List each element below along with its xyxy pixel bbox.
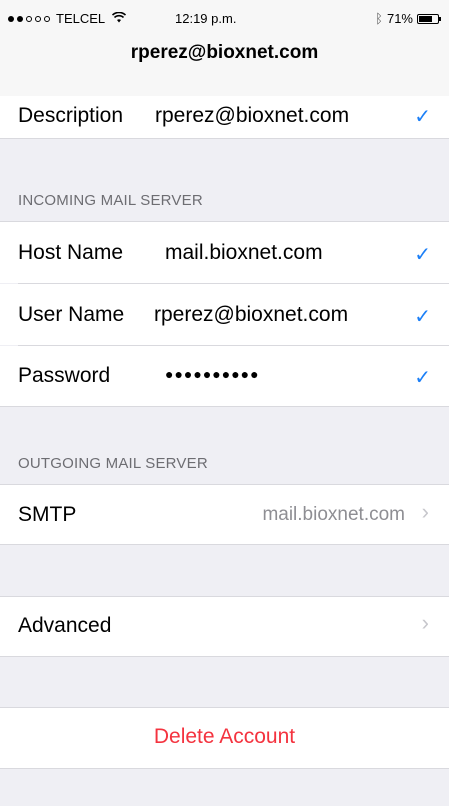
checkmark-icon: ✓: [414, 106, 431, 128]
signal-dot-empty-icon: [26, 15, 32, 22]
separator: [0, 768, 449, 769]
smtp-row[interactable]: SMTP mail.bioxnet.com ›: [0, 485, 449, 544]
status-left: TELCEL: [8, 11, 127, 26]
incoming-section-header: INCOMING MAIL SERVER: [18, 192, 203, 209]
signal-dot-icon: [17, 15, 23, 22]
password-label: Password: [18, 364, 111, 387]
outgoing-section-header: OUTGOING MAIL SERVER: [18, 455, 208, 472]
password-field[interactable]: ●●●●●●●●●●: [165, 366, 260, 382]
delete-account-button[interactable]: Delete Account: [0, 725, 449, 749]
advanced-row[interactable]: Advanced ›: [0, 597, 449, 656]
user-name-field[interactable]: rperez@bioxnet.com: [154, 303, 348, 327]
battery-icon: [417, 13, 441, 24]
signal-dot-empty-icon: [44, 15, 50, 22]
separator: [0, 544, 449, 545]
page-title: rperez@bioxnet.com: [130, 42, 319, 63]
separator: [0, 138, 449, 139]
checkmark-icon: ✓: [414, 367, 431, 389]
separator: [0, 656, 449, 657]
advanced-label: Advanced: [18, 614, 112, 637]
user-name-label: User Name: [18, 303, 125, 326]
wifi-icon: [112, 11, 127, 26]
host-name-row[interactable]: Host Name mail.bioxnet.com ✓: [0, 222, 449, 283]
user-name-row[interactable]: User Name rperez@bioxnet.com ✓: [0, 284, 449, 345]
checkmark-icon: ✓: [414, 306, 431, 328]
status-right: ᛒ 71%: [375, 11, 441, 26]
bluetooth-icon: ᛒ: [375, 11, 383, 26]
carrier-name: TELCEL: [56, 11, 106, 26]
separator: [0, 406, 449, 407]
smtp-value: mail.bioxnet.com: [262, 504, 405, 525]
delete-account-row[interactable]: Delete Account: [0, 708, 449, 768]
chevron-right-icon: ›: [421, 610, 429, 635]
status-bar: TELCEL 12:19 p.m. ᛒ 71%: [0, 0, 449, 34]
signal-dot-empty-icon: [35, 15, 41, 22]
description-value[interactable]: rperez@bioxnet.com: [155, 104, 349, 128]
chevron-right-icon: ›: [421, 499, 429, 524]
host-name-field[interactable]: mail.bioxnet.com: [165, 241, 323, 265]
password-row[interactable]: Password ●●●●●●●●●● ✓: [0, 346, 449, 406]
description-row[interactable]: Description rperez@bioxnet.com ✓: [0, 96, 449, 138]
battery-percentage: 71%: [386, 11, 413, 26]
smtp-label: SMTP: [18, 503, 77, 526]
description-label: Description: [18, 104, 124, 127]
checkmark-icon: ✓: [414, 244, 431, 266]
host-name-label: Host Name: [18, 241, 124, 264]
status-time: 12:19 p.m.: [175, 11, 237, 26]
navigation-bar: rperez@bioxnet.com: [0, 34, 449, 104]
signal-dot-icon: [8, 15, 14, 22]
